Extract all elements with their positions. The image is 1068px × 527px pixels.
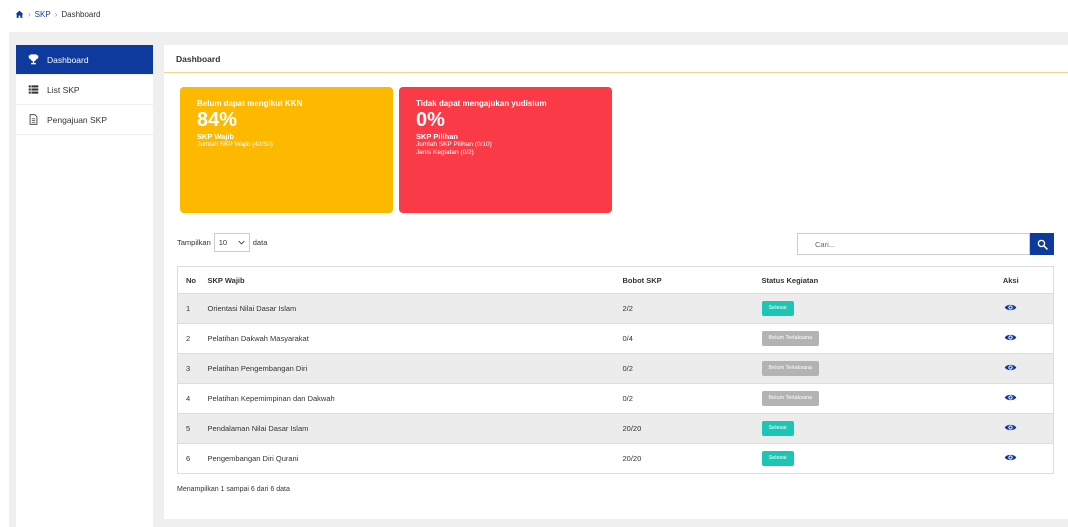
eye-icon[interactable]: [1004, 303, 1017, 312]
row-aksi: [968, 323, 1054, 354]
header-no[interactable]: No: [177, 266, 208, 294]
panel-title: Dashboard: [164, 45, 1068, 73]
table-row: 5 Pendalaman Nilai Dasar Islam 20/20 Selesa…: [177, 413, 1054, 444]
card-subtitle: SKP Pilihan: [416, 132, 458, 141]
eye-icon[interactable]: [1004, 393, 1017, 402]
sidebar-item-label: Pengajuan SKP: [47, 114, 108, 125]
eye-icon[interactable]: [1004, 363, 1017, 372]
table-header-row: No SKP Wajib Bobot SKP Status Kegiatan A…: [177, 266, 1054, 294]
length-prefix: Tampilkan: [177, 238, 211, 247]
row-aksi: [968, 443, 1054, 474]
header-aksi: Aksi: [968, 266, 1054, 294]
list-icon: [28, 85, 39, 94]
row-skp-name: Pelatihan Dakwah Masyarakat: [207, 323, 623, 354]
row-aksi: [968, 383, 1054, 414]
row-status: Selesai: [761, 413, 969, 444]
card-title: Belum dapat mengikut KKN: [197, 99, 303, 108]
row-status: Selesai: [761, 443, 969, 474]
row-bobot: 20/20: [622, 413, 762, 444]
row-no: 2: [177, 323, 208, 354]
card-detail: Jenis Kegiatan (0/2): [416, 149, 474, 156]
search-input[interactable]: [797, 233, 1030, 255]
table-info: Menampilkan 1 sampai 6 dari 6 data: [177, 486, 290, 493]
status-badge: Belum Terlaksana: [761, 391, 820, 406]
row-status: Selesai: [761, 293, 969, 324]
row-no: 5: [177, 413, 208, 444]
document-icon: [29, 114, 38, 125]
header-skp-wajib[interactable]: SKP Wajib: [207, 266, 623, 294]
status-badge: Selesai: [761, 451, 794, 466]
main-panel: Dashboard Belum dapat mengikut KKN 84% S…: [164, 45, 1068, 519]
row-no: 3: [177, 353, 208, 384]
kkn-status-card: Belum dapat mengikut KKN 84% SKP Wajib J…: [180, 87, 393, 213]
home-icon[interactable]: [15, 10, 24, 19]
row-bobot: 2/2: [622, 293, 762, 324]
row-bobot: 0/2: [622, 353, 762, 384]
status-badge: Belum Terlaksana: [761, 361, 820, 376]
row-status: Belum Terlaksana: [761, 323, 969, 354]
row-no: 1: [177, 293, 208, 324]
row-status: Belum Terlaksana: [761, 383, 969, 414]
breadcrumb-current: Dashboard: [61, 10, 101, 19]
chevron-down-icon: [238, 240, 245, 245]
row-skp-name: Orientasi Nilai Dasar Islam: [207, 293, 623, 324]
header-status[interactable]: Status Kegiatan: [761, 266, 969, 294]
breadcrumb-separator: ›: [54, 10, 58, 19]
sidebar-item-label: List SKP: [47, 84, 80, 95]
sidebar-item-dashboard[interactable]: Dashboard: [16, 45, 153, 75]
header-bobot[interactable]: Bobot SKP: [622, 266, 762, 294]
row-bobot: 0/4: [622, 323, 762, 354]
length-value: 10: [218, 238, 228, 247]
eye-icon[interactable]: [1004, 453, 1017, 462]
card-title: Tidak dapat mengajukan yudisium: [416, 99, 547, 108]
skp-table: No SKP Wajib Bobot SKP Status Kegiatan A…: [177, 266, 1054, 474]
row-no: 6: [177, 443, 208, 474]
table-row: 4 Pelatihan Kepemimpinan dan Dakwah 0/2 Bel…: [177, 383, 1054, 414]
row-skp-name: Pelatihan Pengembangan Diri: [207, 353, 623, 384]
row-aksi: [968, 413, 1054, 444]
breadcrumb: › SKP › Dashboard: [15, 10, 101, 19]
sidebar-item-label: Dashboard: [47, 54, 89, 65]
row-aksi: [968, 293, 1054, 324]
yudisium-status-card: Tidak dapat mengajukan yudisium 0% SKP P…: [399, 87, 612, 213]
trophy-icon: [28, 54, 39, 65]
card-detail: Jumlah SKP Pilihan (0/10): [416, 141, 492, 148]
status-badge: Selesai: [761, 421, 794, 436]
status-badge: Selesai: [761, 301, 794, 316]
search-button[interactable]: [1030, 233, 1054, 255]
length-menu: Tampilkan 10 data: [177, 233, 267, 252]
breadcrumb-link-skp[interactable]: SKP: [35, 10, 51, 19]
table-row: 6 Pengembangan Diri Qurani 20/20 Selesai: [177, 443, 1054, 474]
row-bobot: 20/20: [622, 443, 762, 474]
table-row: 2 Pelatihan Dakwah Masyarakat 0/4 Belum Ter…: [177, 323, 1054, 354]
eye-icon[interactable]: [1004, 333, 1017, 342]
length-select[interactable]: 10: [213, 233, 250, 252]
card-detail: Jumlah SKP Wajib (42/50): [197, 141, 273, 148]
card-subtitle: SKP Wajib: [197, 132, 235, 141]
breadcrumb-separator: ›: [28, 10, 31, 19]
table-row: 3 Pelatihan Pengembangan Diri 0/2 Belum Ter…: [177, 353, 1054, 384]
sidebar: Dashboard List SKP Pengajuan SKP: [16, 45, 153, 527]
length-suffix: data: [252, 238, 268, 247]
card-value: 0%: [416, 109, 445, 131]
status-badge: Belum Terlaksana: [761, 331, 820, 346]
row-skp-name: Pengembangan Diri Qurani: [207, 443, 623, 474]
eye-icon[interactable]: [1004, 423, 1017, 432]
sidebar-item-pengajuan-skp[interactable]: Pengajuan SKP: [16, 105, 153, 135]
search-icon: [1037, 239, 1048, 250]
row-skp-name: Pelatihan Kepemimpinan dan Dakwah: [207, 383, 623, 414]
row-status: Belum Terlaksana: [761, 353, 969, 384]
card-value: 84%: [197, 109, 238, 131]
row-skp-name: Pendalaman Nilai Dasar Islam: [207, 413, 623, 444]
row-no: 4: [177, 383, 208, 414]
row-aksi: [968, 353, 1054, 384]
row-bobot: 0/2: [622, 383, 762, 414]
sidebar-item-list-skp[interactable]: List SKP: [16, 75, 153, 105]
table-row: 1 Orientasi Nilai Dasar Islam 2/2 Selesai: [177, 293, 1054, 324]
